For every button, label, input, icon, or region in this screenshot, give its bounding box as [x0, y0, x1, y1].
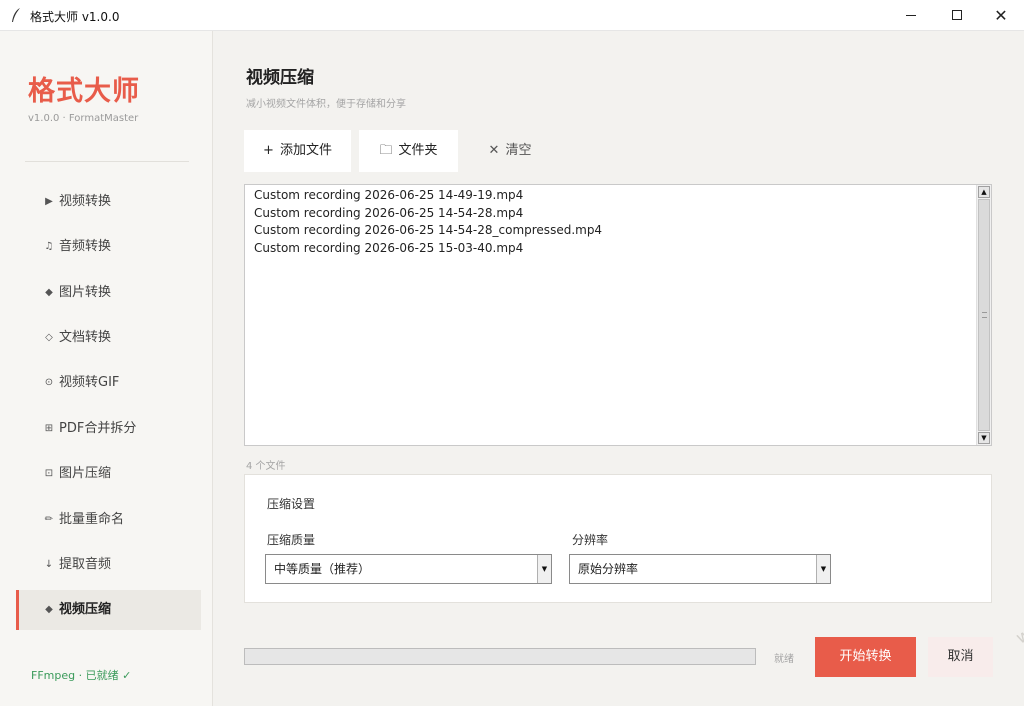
file-count: 4 个文件: [246, 461, 286, 472]
main-panel: 视频压缩 减小视频文件体积，便于存储和分享 + 添加文件 🗀 文件夹 ✕ 清空 Cus…: [213, 31, 1024, 706]
window-title: 格式大师 v1.0.0: [30, 10, 120, 24]
diamond-icon: ◆: [45, 604, 53, 615]
sidebar-item-label: 视频压缩: [59, 602, 112, 617]
sidebar-item-video-convert[interactable]: ▶ 视频转换: [16, 182, 201, 222]
resolution-label: 分辨率: [572, 533, 609, 547]
music-note-icon: ♫: [44, 241, 54, 252]
sidebar-item-document-convert[interactable]: ◇ 文档转换: [16, 318, 201, 358]
minimize-button[interactable]: [888, 0, 934, 31]
close-icon: ✕: [994, 6, 1008, 25]
list-item[interactable]: Custom recording 2026-06-25 15-03-40.mp4: [254, 240, 602, 258]
plus-icon: +: [263, 143, 274, 158]
circle-dot-icon: ⊙: [44, 377, 54, 388]
sidebar-item-label: 视频转换: [59, 194, 112, 209]
vertical-scrollbar[interactable]: ▲ ▼: [976, 185, 991, 445]
sidebar-item-image-convert[interactable]: ◆ 图片转换: [16, 273, 201, 313]
progress-bar: [244, 648, 756, 665]
title-bar: 格式大师 v1.0.0 ✕: [0, 0, 1024, 31]
settings-title: 压缩设置: [267, 497, 316, 511]
resolution-value: 原始分辨率: [578, 562, 639, 576]
sidebar-item-label: 视频转GIF: [59, 375, 120, 390]
add-folder-button[interactable]: 🗀 文件夹: [359, 130, 458, 172]
sidebar-item-label: 批量重命名: [59, 512, 125, 527]
sidebar-item-pdf-merge-split[interactable]: ⊞ PDF合并拆分: [16, 409, 201, 449]
grid-icon: ⊞: [44, 423, 54, 434]
add-folder-label: 文件夹: [398, 143, 438, 158]
minimize-icon: [906, 14, 916, 16]
sidebar-item-label: 图片压缩: [59, 466, 112, 481]
active-indicator: [16, 590, 19, 630]
sidebar-item-label: PDF合并拆分: [59, 421, 137, 436]
close-button[interactable]: ✕: [978, 0, 1024, 31]
start-convert-button[interactable]: 开始转换: [815, 637, 916, 677]
sidebar-item-video-compress[interactable]: ◆ 视频压缩: [16, 590, 201, 630]
version-label: v1.0.0 · FormatMaster: [28, 113, 139, 124]
sidebar: 格式大师 v1.0.0 · FormatMaster ▶ 视频转换 ♫ 音频转换…: [0, 31, 213, 706]
list-item[interactable]: Custom recording 2026-06-25 14-49-19.mp4: [254, 187, 602, 205]
list-item[interactable]: Custom recording 2026-06-25 14-54-28_com…: [254, 222, 602, 240]
quality-value: 中等质量（推荐）: [274, 562, 371, 576]
diamond-icon: ◆: [45, 287, 53, 298]
triangle-down-icon: ▼: [981, 434, 987, 442]
app-logo: 格式大师: [28, 76, 140, 107]
page-subtitle: 减小视频文件体积，便于存储和分享: [246, 99, 406, 110]
pencil-icon: ✏: [44, 514, 54, 525]
sidebar-item-label: 图片转换: [59, 285, 112, 300]
chevron-down-icon[interactable]: ▼: [816, 555, 830, 583]
scroll-up-button[interactable]: ▲: [978, 186, 990, 198]
play-icon: ▶: [45, 196, 53, 207]
folder-icon: 🗀: [379, 143, 393, 158]
sidebar-item-extract-audio[interactable]: ↓ 提取音频: [16, 545, 201, 585]
clear-button[interactable]: ✕ 清空: [475, 130, 545, 172]
triangle-up-icon: ▲: [981, 188, 987, 196]
quality-label: 压缩质量: [267, 533, 316, 547]
feather-icon: [10, 7, 22, 23]
sidebar-item-label: 提取音频: [59, 557, 112, 572]
scrollbar-thumb[interactable]: [978, 199, 990, 431]
compression-settings-panel: 压缩设置 压缩质量 中等质量（推荐） ▼ 分辨率 原始分辨率 ▼: [244, 474, 992, 603]
list-item[interactable]: Custom recording 2026-06-25 14-54-28.mp4: [254, 205, 602, 223]
square-dot-icon: ⊡: [44, 468, 54, 479]
sidebar-item-label: 文档转换: [59, 330, 112, 345]
sidebar-item-image-compress[interactable]: ⊡ 图片压缩: [16, 454, 201, 494]
page-title: 视频压缩: [246, 68, 314, 88]
ffmpeg-status: FFmpeg · 已就绪 ✓: [31, 669, 132, 682]
grip-icon: [982, 312, 987, 318]
chevron-down-icon[interactable]: ▼: [537, 555, 551, 583]
arrow-down-icon: ↓: [44, 559, 54, 570]
sidebar-item-batch-rename[interactable]: ✏ 批量重命名: [16, 500, 201, 540]
quality-select[interactable]: 中等质量（推荐） ▼: [265, 554, 552, 584]
watermark: www.sucaizy.com: [1013, 554, 1024, 649]
sidebar-item-audio-convert[interactable]: ♫ 音频转换: [16, 227, 201, 267]
maximize-button[interactable]: [934, 0, 980, 31]
close-icon: ✕: [488, 143, 500, 158]
clear-label: 清空: [505, 143, 532, 158]
diamond-outline-icon: ◇: [45, 332, 53, 343]
add-files-button[interactable]: + 添加文件: [244, 130, 351, 172]
file-list[interactable]: Custom recording 2026-06-25 14-49-19.mp4…: [244, 184, 992, 446]
resolution-select[interactable]: 原始分辨率 ▼: [569, 554, 831, 584]
sidebar-item-video-to-gif[interactable]: ⊙ 视频转GIF: [16, 363, 201, 403]
cancel-button[interactable]: 取消: [928, 637, 993, 677]
sidebar-divider: [25, 161, 189, 162]
scroll-down-button[interactable]: ▼: [978, 432, 990, 444]
status-text: 就绪: [774, 654, 794, 665]
sidebar-item-label: 音频转换: [59, 239, 112, 254]
maximize-icon: [952, 10, 962, 20]
add-files-label: 添加文件: [279, 143, 332, 158]
